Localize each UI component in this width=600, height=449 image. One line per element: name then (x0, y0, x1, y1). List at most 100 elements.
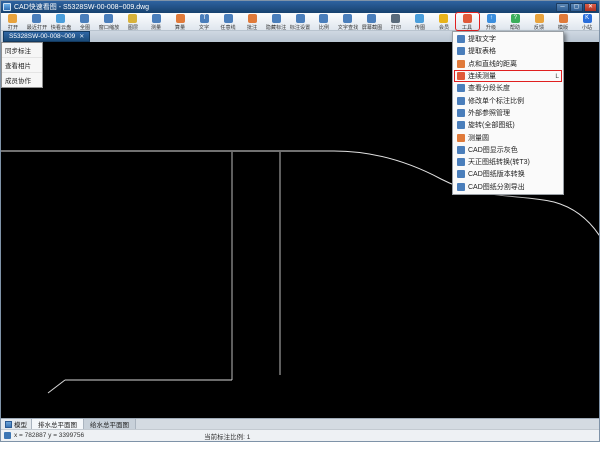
toolbar-button[interactable]: 隐藏标注 (264, 13, 288, 30)
toolbar-label: 升级 (486, 23, 496, 31)
menu-item-icon (457, 121, 465, 129)
toolbar-button[interactable]: 比例 (312, 13, 336, 30)
toolbar-label: 反馈 (534, 23, 544, 31)
title-bar: CAD快速看图 - S5328SW-00-008~009.dwg ─ ▢ ✕ (1, 1, 599, 13)
toolbar-button[interactable]: 批注 (240, 13, 264, 30)
toolbar-icon (104, 14, 113, 23)
tools-menu-item[interactable]: 修改单个标注比例 (454, 94, 562, 106)
menu-item-icon (457, 158, 465, 166)
toolbar-icon (439, 14, 448, 23)
menu-item-icon (457, 35, 465, 43)
toolbar-icon (296, 14, 305, 23)
tools-menu-item[interactable]: 旋转(全部图纸) (454, 119, 562, 131)
toolbar-button[interactable]: 窗口缩放 (97, 13, 121, 30)
toolbar-icon (319, 14, 328, 23)
menu-item-label: 查看分段长度 (468, 83, 510, 93)
tools-menu-item[interactable]: 天正图纸转换(转T3) (454, 156, 562, 168)
toolbar-button[interactable]: 会员 (432, 13, 456, 30)
toolbar-label: 窗口缩放 (98, 23, 118, 31)
toolbar-icon (463, 14, 472, 23)
toolbar-button[interactable]: 文字查找 (336, 13, 360, 30)
toolbar-icon (343, 14, 352, 23)
toolbar-label: 会员 (438, 23, 448, 31)
tools-menu-item[interactable]: 连续测量 L (454, 70, 562, 82)
menu-item-label: 外部参照管理 (468, 108, 510, 118)
model-tab-label: 模型 (14, 419, 27, 429)
menu-item-icon (457, 60, 465, 68)
tools-menu-item[interactable]: 查看分段长度 (454, 82, 562, 94)
tools-menu-item[interactable]: CAD图纸分割导出 (454, 181, 562, 193)
menu-item-icon (457, 47, 465, 55)
toolbar-icon (391, 14, 400, 23)
toolbar-icon (128, 14, 137, 23)
context-menu-item[interactable]: 同步标注 (2, 43, 42, 58)
toolbar-button[interactable]: 快看云盘 (49, 13, 73, 30)
tools-menu-item[interactable]: CAD图纸版本转换 (454, 168, 562, 180)
toolbar-icon (272, 14, 281, 23)
close-button[interactable]: ✕ (584, 3, 597, 12)
toolbar-button[interactable]: 标注设置 (288, 13, 312, 30)
toolbar-label: 帮助 (510, 23, 520, 31)
menu-item-label: 提取文字 (468, 34, 496, 44)
tools-menu-item[interactable]: CAD图显示灰色 (454, 144, 562, 156)
tools-menu-item[interactable]: 提取表格 (454, 45, 562, 57)
toolbar-button[interactable]: ↑ 升级 (479, 13, 503, 30)
window-title: CAD快速看图 - S5328SW-00-008~009.dwg (14, 2, 556, 12)
toolbar-button[interactable]: 全图 (73, 13, 97, 30)
toolbar-label: 图层 (127, 23, 137, 31)
layout-tab[interactable]: 给水总平面图 (84, 419, 136, 429)
document-tab[interactable]: S5328SW-00-008~009 ✕ (3, 31, 90, 42)
toolbar-button[interactable]: T 文字 (192, 13, 216, 30)
layout-tab[interactable]: 排水总平面图 (32, 419, 84, 429)
toolbar-button[interactable]: 工具 (456, 13, 480, 30)
toolbar-button[interactable]: 最近打开 (25, 13, 49, 30)
menu-item-label: CAD图纸分割导出 (468, 182, 525, 192)
toolbar-label: 屏幕截图 (362, 23, 382, 31)
sheet-tab-bar: 模型 排水总平面图 给水总平面图 (1, 418, 599, 429)
toolbar-icon (248, 14, 257, 23)
model-tab[interactable]: 模型 (1, 419, 32, 429)
toolbar-button[interactable]: 反馈 (527, 13, 551, 30)
tools-menu-item[interactable]: 提取文字 (454, 33, 562, 45)
context-menu-item[interactable]: 成员协作 (2, 73, 42, 87)
canvas-context-menu: 同步标注 查看相片 成员协作 (1, 42, 43, 88)
tools-menu-item[interactable]: 点和直线的距离 (454, 58, 562, 70)
toolbar-button[interactable]: 模版 (551, 13, 575, 30)
toolbar-button[interactable]: 屏幕截图 (360, 13, 384, 30)
toolbar-icon: K (583, 14, 592, 23)
toolbar-label: 比例 (319, 23, 329, 31)
menu-item-icon (457, 183, 465, 191)
toolbar-button[interactable]: 任意线 (216, 13, 240, 30)
tools-menu-item[interactable]: 外部参照管理 (454, 107, 562, 119)
toolbar-button[interactable]: 打印 (384, 13, 408, 30)
toolbar-label: 标注设置 (290, 23, 310, 31)
tools-menu-item[interactable]: 测量圆 (454, 131, 562, 143)
tab-close-icon[interactable]: ✕ (79, 33, 84, 40)
toolbar-button[interactable]: ? 帮助 (503, 13, 527, 30)
toolbar-label: 全图 (80, 23, 90, 31)
toolbar-button[interactable]: 传图 (408, 13, 432, 30)
maximize-button[interactable]: ▢ (570, 3, 583, 12)
toolbar-icon (415, 14, 424, 23)
toolbar-icon: T (200, 14, 209, 23)
menu-item-label: 点和直线的距离 (468, 59, 517, 69)
toolbar-icon (176, 14, 185, 23)
toolbar-button[interactable]: 测量 (145, 13, 169, 30)
menu-item-label: CAD图显示灰色 (468, 145, 518, 155)
minimize-button[interactable]: ─ (556, 3, 569, 12)
main-toolbar: 打开 最近打开 快看云盘 全图 窗口缩放 (1, 13, 599, 31)
toolbar-button[interactable]: K 小站 (575, 13, 599, 30)
status-bar: x = 782887 y = 3399756 当前标注比例: 1 (1, 429, 599, 441)
toolbar-button[interactable]: 算量 (168, 13, 192, 30)
toolbar-icon (367, 14, 376, 23)
cursor-coordinates: x = 782887 y = 3399756 (14, 432, 84, 439)
toolbar-icon (559, 14, 568, 23)
menu-item-icon (457, 72, 465, 80)
toolbar-label: 文字 (199, 23, 209, 31)
toolbar-icon (8, 14, 17, 23)
toolbar-button[interactable]: 打开 (1, 13, 25, 30)
menu-item-icon (457, 84, 465, 92)
window-controls: ─ ▢ ✕ (556, 3, 597, 12)
context-menu-item[interactable]: 查看相片 (2, 58, 42, 73)
toolbar-button[interactable]: 图层 (121, 13, 145, 30)
